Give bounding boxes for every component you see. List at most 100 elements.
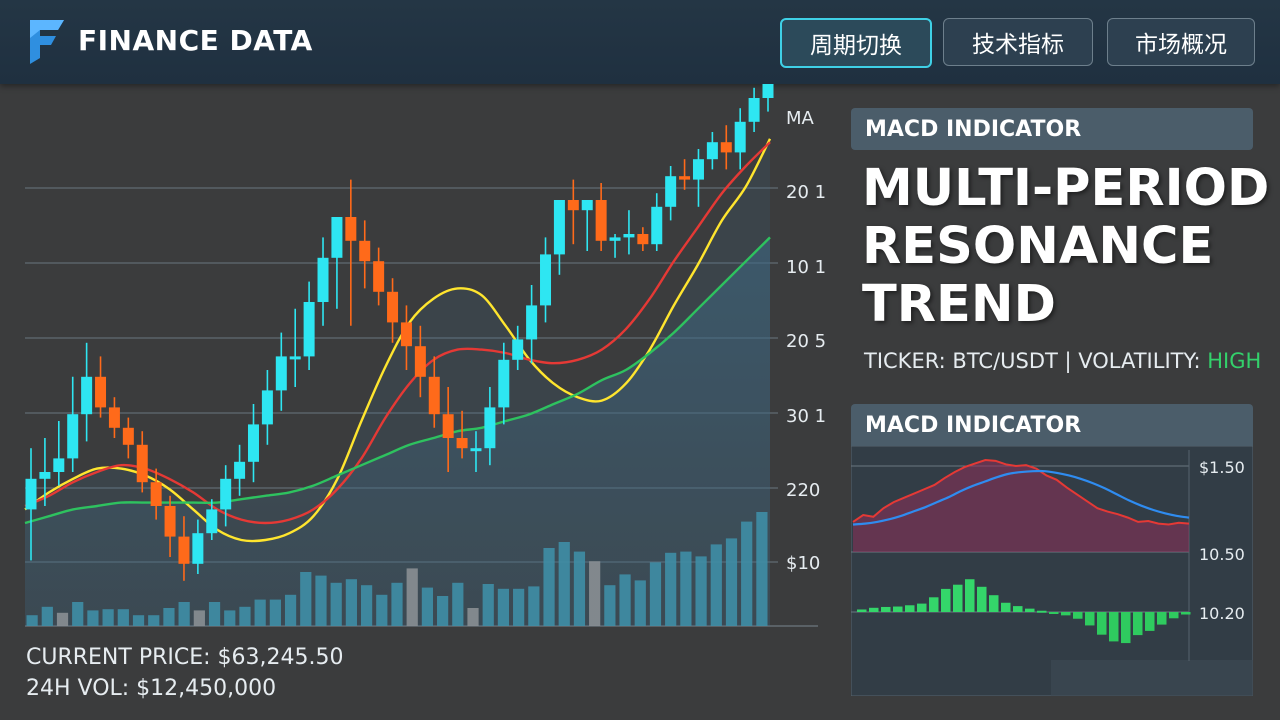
volume-bar [528,586,540,626]
volume-bar [421,587,434,626]
candle [317,237,329,326]
volume-bar [680,551,692,626]
candle-body [623,234,635,238]
candle-body [122,427,134,445]
histogram-bar [1025,608,1035,612]
candle-body [526,305,538,340]
candle-body [484,407,496,449]
candle-body [442,414,454,438]
candle-body [359,240,371,262]
volume-bar [497,588,510,626]
volume-bar [406,568,418,626]
candle [595,183,607,251]
candle [122,417,134,459]
volume-bar [300,572,312,626]
ticker-text: TICKER: BTC/USDT | VOLATILITY: [864,349,1208,373]
y-tick-label: MA [786,108,815,129]
page-title: MULTI-PERIOD RESONANCE TREND [862,160,1269,334]
volume-bar [269,599,281,626]
histogram-bar [1109,612,1119,642]
y-tick-label: 10 1 [786,257,826,278]
volume-bar [573,551,586,626]
candle-body [553,200,565,255]
candle-body [637,234,649,245]
histogram-bar [1085,612,1095,626]
candle-body [39,472,51,479]
candle-body [234,461,246,479]
candle-body [706,142,718,160]
candle-body [679,176,691,180]
candle-body [387,291,399,323]
candle-body [95,376,107,408]
candle [567,179,579,245]
volume-bar [710,544,722,626]
candle-body [206,509,218,534]
candlestick-chart: MA 20 1 10 1 20 5 30 1 220 $10 [24,84,826,627]
candle-body [108,407,120,428]
histogram-bar [1133,612,1143,636]
y-tick-label: 20 1 [786,182,826,203]
volume-bar [619,574,631,626]
histogram-bar [1121,612,1131,644]
volume-bar [178,602,190,626]
candle-body [540,254,552,306]
candle-body [734,121,746,153]
histogram-bar [1073,612,1083,619]
title-line-3: TREND [862,275,1056,334]
candle [359,220,371,289]
candle-body [150,482,162,506]
candle [553,200,565,275]
candle [581,200,593,251]
volume-bar [482,584,494,626]
candle [762,84,774,112]
volume-bar [345,579,357,626]
macd-tick-label: 10.50 [1199,545,1245,564]
candle-body [762,84,774,98]
tab-market-overview[interactable]: 市场概况 [1107,18,1255,66]
candle-body [317,257,329,302]
candle-body [247,424,259,462]
histogram-bar [941,588,951,612]
volume-bar [376,594,388,626]
histogram-bar [881,606,891,612]
macd-indicator-label: MACD INDICATOR [865,117,1082,142]
volume-bar [208,602,221,626]
candle [637,227,649,251]
candle-body [609,237,621,241]
volume-bar [467,608,479,626]
ticker-info: TICKER: BTC/USDT | VOLATILITY: HIGH [864,349,1261,373]
histogram-bar [917,603,927,612]
tab-period-switch[interactable]: 周期切换 [780,18,932,68]
candle-body [651,206,663,245]
candle [526,285,538,364]
y-tick-label: $10 [786,553,820,574]
volume-bar [193,610,205,626]
volume-bar [132,615,145,626]
candle [247,404,259,483]
candle-body [581,200,593,211]
candle-body [53,458,65,472]
current-price: CURRENT PRICE: $63,245.50 [26,645,344,670]
macd-chart: $1.50 10.50 10.20 [851,446,1253,696]
candle [261,370,273,445]
volume-bar [330,582,342,626]
candle [95,356,107,418]
histogram-bar [1157,612,1167,625]
histogram-bar [1037,610,1047,613]
candle [289,308,301,387]
histogram-bar [989,595,999,612]
finance-logo-icon [30,20,64,64]
volume-bar [741,521,753,626]
candle-body [164,506,176,537]
volume-bar [224,610,236,626]
candle-body [595,200,607,241]
macd-tick-label: $1.50 [1199,458,1245,477]
macd-panel-label: MACD INDICATOR [865,413,1082,438]
y-tick-label: 30 1 [786,406,826,427]
tab-technical-indicators[interactable]: 技术指标 [943,18,1093,66]
candle-body [25,478,37,510]
volume-bar [513,588,525,626]
candle [706,132,718,170]
macd-panel-fade [1051,660,1253,696]
candle [303,281,315,370]
